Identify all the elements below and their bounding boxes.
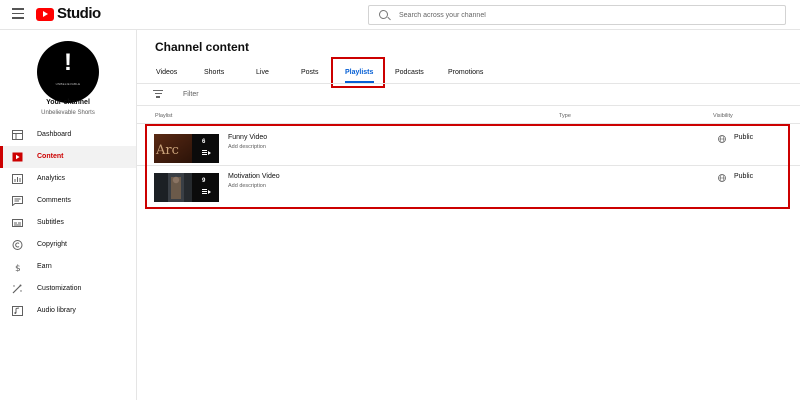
- top-bar: Studio: [0, 0, 800, 30]
- search-box[interactable]: [368, 5, 786, 25]
- sidebar-item-label: Content: [37, 153, 64, 160]
- playlists-highlight-box: [145, 124, 790, 209]
- sidebar-item-label: Earn: [37, 263, 52, 270]
- sidebar-item-label: Analytics: [37, 175, 66, 182]
- sidebar-item-customization[interactable]: Customization: [0, 278, 136, 300]
- sidebar-item-label: Subtitles: [37, 219, 64, 226]
- sidebar: ! UNBELIEVABLE Your channel Unbelievable…: [0, 30, 137, 400]
- page-title: Channel content: [155, 40, 250, 54]
- filter-input[interactable]: Filter: [183, 91, 199, 98]
- subtitles-icon: [12, 219, 23, 227]
- sidebar-item-label: Customization: [37, 285, 82, 292]
- tab-posts[interactable]: Posts: [301, 69, 319, 76]
- sidebar-item-earn[interactable]: $ Earn: [0, 256, 136, 278]
- sidebar-item-label: Copyright: [37, 241, 67, 248]
- tab-shorts[interactable]: Shorts: [204, 69, 224, 76]
- sidebar-item-copyright[interactable]: Copyright: [0, 234, 136, 256]
- sidebar-item-subtitles[interactable]: Subtitles: [0, 212, 136, 234]
- audio-library-icon: [12, 306, 23, 316]
- analytics-icon: [12, 174, 23, 184]
- customization-icon: [12, 284, 22, 294]
- youtube-play-icon: [36, 7, 54, 21]
- search-input[interactable]: [399, 8, 769, 22]
- studio-logo[interactable]: Studio: [36, 6, 101, 22]
- sidebar-item-analytics[interactable]: Analytics: [0, 168, 136, 190]
- filter-icon[interactable]: [153, 90, 163, 99]
- earn-icon: $: [15, 264, 21, 272]
- dashboard-icon: [12, 130, 23, 140]
- exclamation-icon: !: [64, 49, 72, 76]
- column-header-playlist[interactable]: Playlist: [155, 113, 172, 119]
- logo-text: Studio: [57, 5, 101, 22]
- channel-name: Unbelievable Shorts: [41, 110, 95, 116]
- tabs-divider: [137, 83, 800, 84]
- tab-promotions[interactable]: Promotions: [448, 69, 483, 76]
- filter-divider: [137, 105, 800, 106]
- sidebar-item-audio-library[interactable]: Audio library: [0, 300, 136, 322]
- sidebar-item-label: Dashboard: [37, 131, 72, 138]
- content-icon: [12, 152, 23, 162]
- copyright-icon: [12, 240, 23, 250]
- tab-videos[interactable]: Videos: [156, 69, 177, 76]
- hamburger-menu-icon[interactable]: [12, 8, 24, 20]
- your-channel-label: Your channel: [46, 99, 90, 106]
- svg-text:$: $: [15, 264, 21, 272]
- comments-icon: [12, 196, 23, 206]
- channel-avatar[interactable]: ! UNBELIEVABLE: [37, 41, 99, 103]
- search-icon: [379, 10, 388, 19]
- sidebar-item-label: Audio library: [37, 307, 76, 314]
- column-header-visibility[interactable]: Visibility: [713, 113, 733, 119]
- avatar-caption: UNBELIEVABLE: [55, 82, 81, 86]
- sidebar-item-content[interactable]: Content: [0, 146, 136, 168]
- tab-live[interactable]: Live: [256, 69, 269, 76]
- sidebar-item-label: Comments: [37, 197, 71, 204]
- column-header-type[interactable]: Type: [559, 113, 571, 119]
- sidebar-item-comments[interactable]: Comments: [0, 190, 136, 212]
- sidebar-item-dashboard[interactable]: Dashboard: [0, 124, 136, 146]
- tab-podcasts[interactable]: Podcasts: [395, 69, 424, 76]
